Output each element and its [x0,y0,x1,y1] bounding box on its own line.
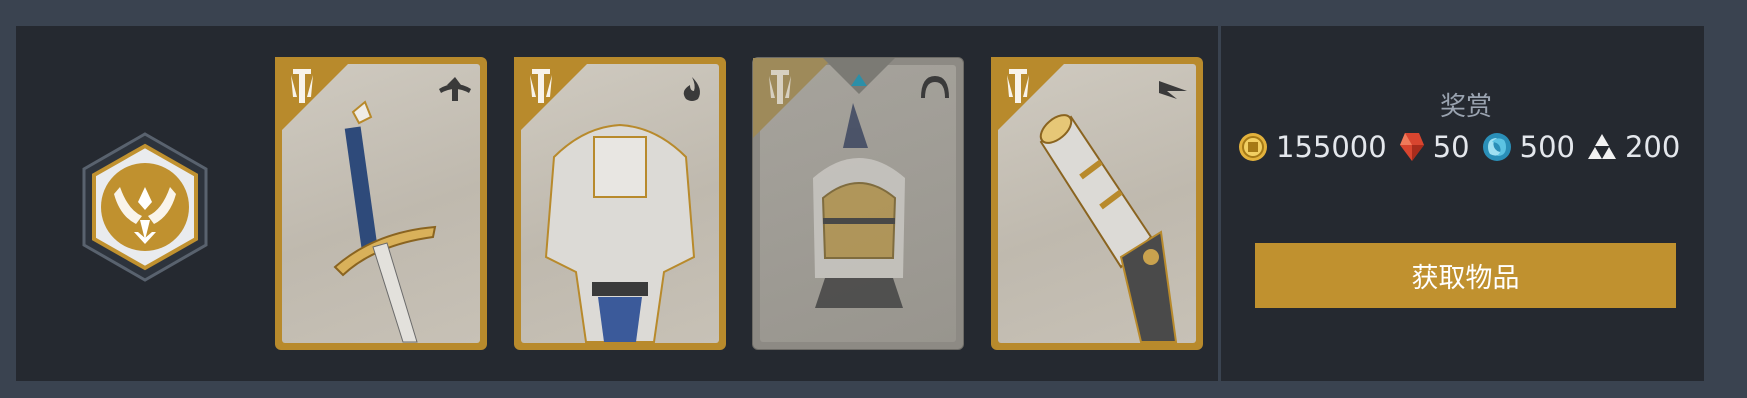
winged-crest-icon [80,132,210,282]
blue-orb-icon [1482,133,1511,161]
item-card-helmet[interactable] [752,57,964,350]
item-card-sword[interactable] [275,57,487,350]
coin-amount: 155000 [1276,130,1387,164]
greatsword-icon [333,100,437,343]
item-card-gauntlet[interactable] [991,57,1203,350]
bird-type-icon [1159,81,1187,99]
helm-type-icon [921,76,949,98]
rewards-title: 奖赏 [1439,92,1492,122]
reward-coin: 155000 [1238,130,1387,164]
flame-type-icon [683,77,700,101]
reward-gem: 50 [1399,130,1470,164]
panel-divider [1218,26,1221,381]
triforce-amount: 200 [1624,130,1681,164]
rewards-list: 155000 50 500 200 [1238,127,1692,167]
item-card-armor[interactable] [514,57,726,350]
reward-triforce: 200 [1587,130,1680,164]
triforce-icon [1587,134,1616,159]
red-gem-icon [1399,133,1424,161]
gauntlet-icon [1039,114,1178,343]
winged-helmet-icon [813,103,905,308]
sword-type-icon [439,77,471,101]
gem-amount: 50 [1432,130,1470,164]
plate-armor-icon [544,123,696,343]
get-items-button[interactable]: 获取物品 [1255,243,1676,308]
orb-amount: 500 [1519,130,1575,164]
coin-icon [1239,133,1267,161]
reward-orb: 500 [1482,130,1575,164]
